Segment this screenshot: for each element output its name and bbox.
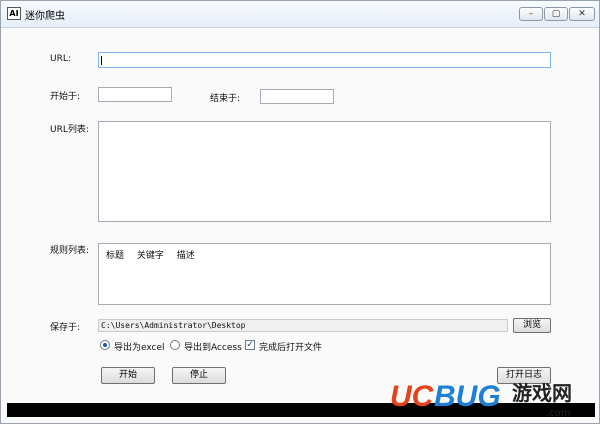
export-excel-label[interactable]: 导出为excel [114, 340, 165, 353]
url-label: URL: [50, 54, 71, 64]
app-icon: AI [7, 7, 21, 20]
rules-column-description: 描述 [176, 251, 195, 261]
maximize-button[interactable]: ▢ [544, 7, 568, 21]
ucbug-watermark-logo: UC BUG 游戏网 .com [390, 380, 572, 419]
title-bar: AI 迷你爬虫 – ▢ ✕ [1, 1, 599, 28]
rules-column-title: 标题 [106, 251, 125, 261]
start-button[interactable]: 开始 [101, 367, 155, 384]
rules-label: 规则列表: [50, 246, 90, 256]
export-excel-radio[interactable] [100, 340, 110, 350]
logo-suffix: 游戏网 [512, 381, 572, 405]
minimize-button[interactable]: – [519, 7, 543, 21]
text-caret [101, 56, 102, 65]
start-label: 开始于: [50, 92, 81, 102]
url-input[interactable] [98, 52, 551, 68]
url-list-textarea[interactable] [98, 121, 551, 222]
browse-button[interactable]: 浏览 [513, 318, 551, 333]
logo-bug: BUG [434, 380, 501, 413]
open-after-checkbox[interactable]: ✓ [245, 340, 255, 350]
start-input[interactable] [98, 87, 172, 102]
save-path-field[interactable]: C:\Users\Administrator\Desktop [98, 319, 508, 332]
stop-button[interactable]: 停止 [172, 367, 226, 384]
rules-header: 标题 关键字 描述 [106, 248, 205, 261]
logo-domain: .com [546, 408, 571, 419]
end-input[interactable] [260, 89, 334, 104]
rules-list[interactable]: 标题 关键字 描述 [98, 243, 551, 305]
export-access-radio[interactable] [170, 340, 180, 350]
save-label: 保存于: [50, 323, 81, 333]
url-list-label: URL列表: [50, 125, 89, 135]
export-access-label[interactable]: 导出到Access [184, 340, 242, 353]
logo-uc: UC [390, 380, 435, 413]
end-label: 结束于: [210, 94, 241, 104]
window-title: 迷你爬虫 [25, 11, 65, 22]
rules-column-keywords: 关键字 [136, 251, 164, 261]
app-window: AI 迷你爬虫 – ▢ ✕ URL: 开始于: 结束于: URL列表: 规则列表… [0, 0, 600, 424]
open-after-label[interactable]: 完成后打开文件 [259, 340, 322, 353]
close-button[interactable]: ✕ [569, 7, 595, 21]
